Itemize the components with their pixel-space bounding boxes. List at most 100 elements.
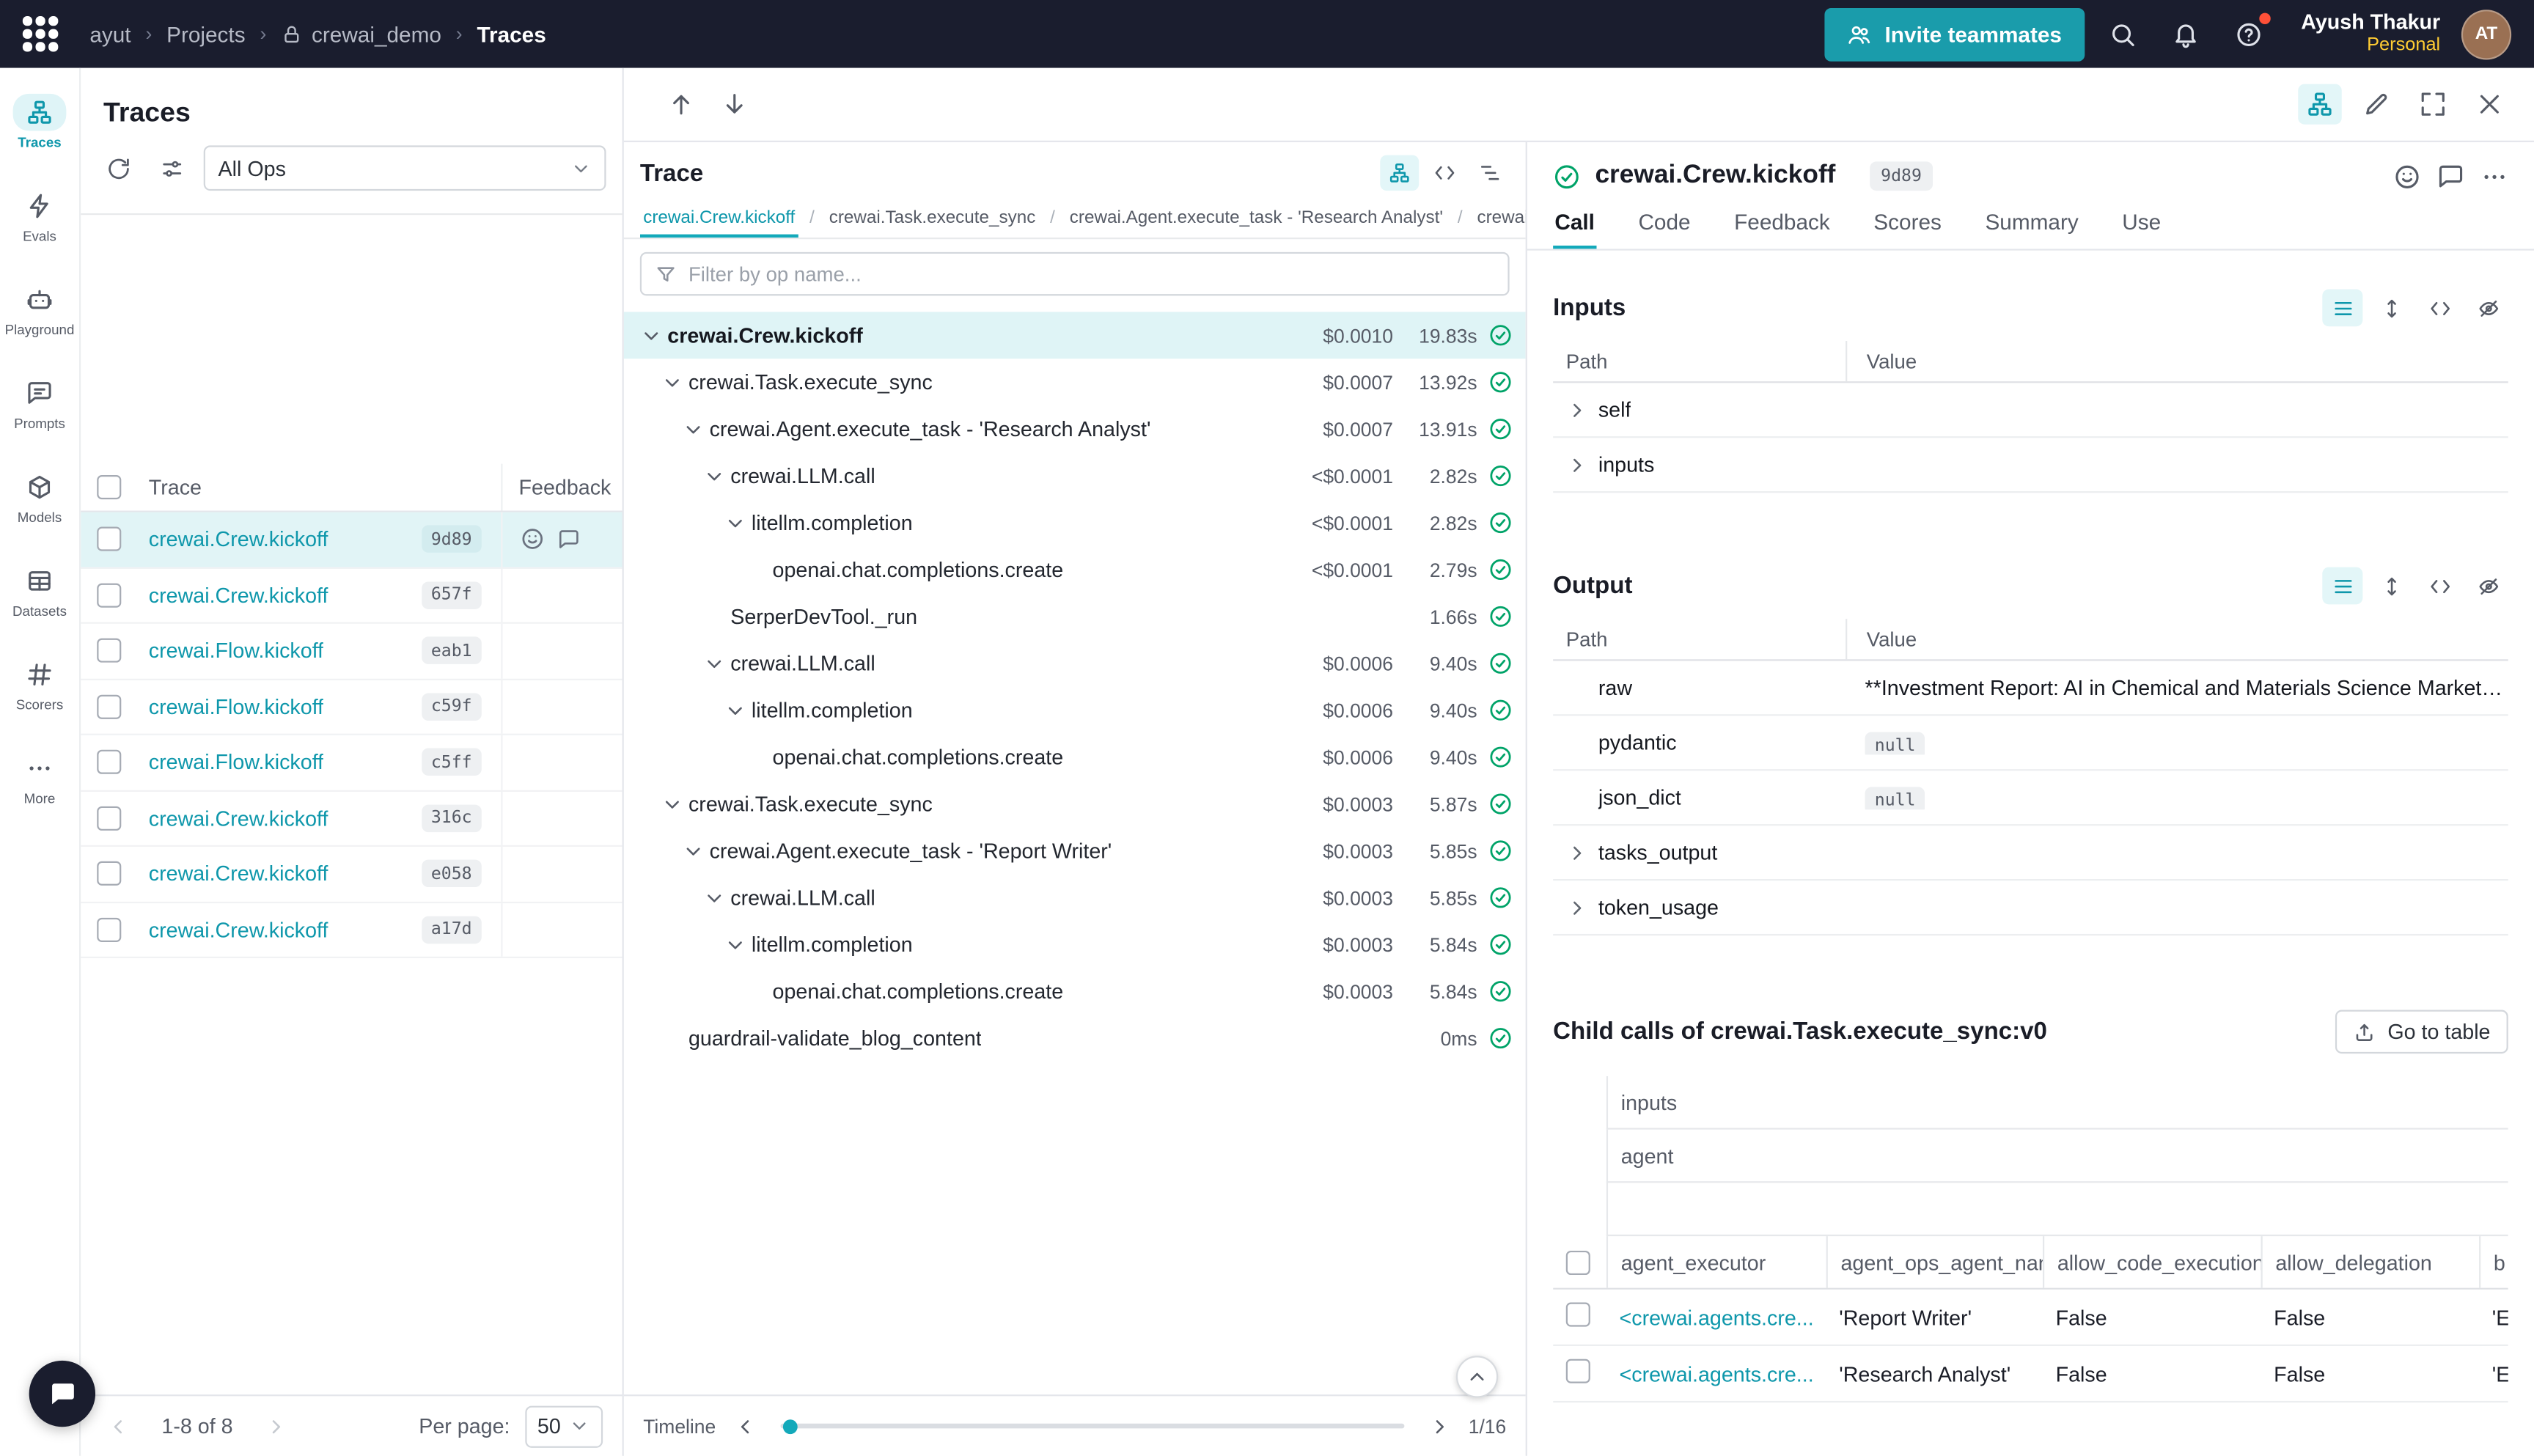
sidebar-item-playground[interactable]: Playground [0,282,79,338]
code-view-button[interactable] [1425,155,1464,191]
trace-link[interactable]: crewai.Crew.kickoff [149,527,328,551]
unfold-view-button[interactable] [2370,290,2411,327]
ops-filter-select[interactable]: All Ops [204,145,606,191]
rows-view-button[interactable] [2322,290,2362,327]
trace-link[interactable]: crewai.Flow.kickoff [149,750,323,774]
avatar[interactable]: AT [2461,9,2511,59]
trace-tree-node[interactable]: crewai.Agent.execute_task - 'Report Writ… [624,827,1526,874]
trace-tree-node[interactable]: guardrail-validate_blog_content0ms [624,1015,1526,1062]
child-column-header[interactable]: allow_code_execution [2043,1236,2261,1288]
trace-tree-node[interactable]: crewai.LLM.call$0.00069.40s [624,640,1526,687]
trace-row[interactable]: crewai.Crew.kickoffe058 [81,847,622,902]
row-checkbox[interactable] [97,583,121,607]
chevron-down-icon[interactable] [661,371,683,394]
close-panel-button[interactable] [2468,84,2512,125]
chevron-down-icon[interactable] [703,652,726,674]
wandb-logo[interactable] [23,17,57,51]
child-call-link[interactable]: <crewai.agents.cre... [1620,1361,1814,1386]
trace-tree-node[interactable]: crewai.Task.execute_sync$0.00035.87s [624,781,1526,828]
breadcrumb-item[interactable]: Projects [166,22,246,46]
chevron-down-icon[interactable] [703,886,726,909]
tab-summary[interactable]: Summary [1983,202,2080,249]
sidebar-item-models[interactable]: Models [0,468,79,525]
trace-tree-node[interactable]: crewai.LLM.call$0.00035.85s [624,874,1526,921]
timeline-slider-handle[interactable] [782,1419,797,1433]
chevron-down-icon[interactable] [682,418,705,441]
filter-settings-button[interactable] [150,147,192,189]
trace-tree-node[interactable]: openai.chat.completions.create<$0.00012.… [624,546,1526,593]
row-checkbox[interactable] [97,639,121,663]
row-checkbox[interactable] [1566,1303,1590,1327]
chevron-right-icon[interactable] [1566,841,1589,864]
trace-row[interactable]: crewai.Crew.kickoffa17d [81,902,622,958]
row-checkbox[interactable] [97,694,121,718]
invite-teammates-button[interactable]: Invite teammates [1825,7,2085,61]
sidebar-item-datasets[interactable]: Datasets [0,562,79,619]
tab-scores[interactable]: Scores [1872,202,1943,249]
trace-tree-node[interactable]: crewai.Crew.kickoff$0.001019.83s [624,312,1526,359]
trace-tree-node[interactable]: openai.chat.completions.create$0.00069.4… [624,734,1526,781]
notifications-button[interactable] [2162,10,2211,58]
row-checkbox[interactable] [97,861,121,886]
breadcrumb-item[interactable]: ayut [89,22,131,46]
toggle-tree-view-button[interactable] [2298,84,2342,125]
bars-view-button[interactable] [1471,155,1510,191]
child-call-link[interactable]: <crewai.agents.cre... [1620,1305,1814,1329]
tab-call[interactable]: Call [1553,202,1596,249]
trace-tree-node[interactable]: openai.chat.completions.create$0.00035.8… [624,968,1526,1015]
chevron-down-icon[interactable] [724,512,746,534]
go-to-table-button[interactable]: Go to table [2336,1010,2508,1054]
chat-widget-button[interactable] [29,1361,95,1427]
trace-tree-node[interactable]: crewai.LLM.call<$0.00012.82s [624,452,1526,499]
row-checkbox[interactable] [97,917,121,941]
trace-row[interactable]: crewai.Crew.kickoff657f [81,568,622,624]
trace-tree-node[interactable]: crewai.Agent.execute_task - 'Research An… [624,405,1526,452]
sidebar-item-evals[interactable]: Evals [0,188,79,244]
prev-page-button[interactable] [100,1408,136,1444]
unfold-view-button[interactable] [2370,567,2411,605]
row-checkbox[interactable] [97,750,121,774]
refresh-button[interactable] [97,147,139,189]
row-checkbox[interactable] [1566,1359,1590,1383]
call-path-tab[interactable]: crewai.Task.execute_sync [826,197,1038,238]
op-filter-field[interactable] [640,252,1510,296]
tree-view-button[interactable] [1380,155,1419,191]
eye-off-view-button[interactable] [2468,567,2508,605]
add-comment-button[interactable] [2437,163,2464,190]
fullscreen-button[interactable] [2412,84,2456,125]
trace-link[interactable]: crewai.Crew.kickoff [149,861,328,886]
chevron-right-icon[interactable] [1566,896,1589,919]
sidebar-item-traces[interactable]: Traces [0,94,79,150]
child-call-row[interactable]: <crewai.agents.cre...'Report Writer'Fals… [1553,1290,2508,1346]
sidebar-item-more[interactable]: More [0,750,79,806]
eye-off-view-button[interactable] [2468,290,2508,327]
timeline-prev-button[interactable] [729,1410,761,1442]
rows-view-button[interactable] [2322,567,2362,605]
chevron-right-icon[interactable] [1566,453,1589,476]
chevron-down-icon[interactable] [661,793,683,815]
breadcrumb-item[interactable]: crewai_demo [312,22,441,46]
trace-row[interactable]: crewai.Flow.kickoffc5ff [81,735,622,791]
trace-link[interactable]: crewai.Flow.kickoff [149,639,323,663]
chevron-down-icon[interactable] [682,839,705,862]
child-column-header[interactable]: agent_executor [1606,1236,1826,1288]
child-column-header[interactable]: allow_delegation [2261,1236,2480,1288]
timeline-slider[interactable] [780,1424,1403,1429]
trace-row[interactable]: crewai.Flow.kickoffc59f [81,680,622,735]
chevron-down-icon[interactable] [724,933,746,956]
scroll-to-top-button[interactable] [1456,1356,1498,1397]
add-reaction-button[interactable] [2393,163,2420,190]
child-column-header[interactable]: agent_ops_agent_nan [1826,1236,2043,1288]
call-path-tab[interactable]: crewai.Crew.kickoff [640,197,798,238]
trace-tree-node[interactable]: litellm.completion$0.00035.84s [624,921,1526,968]
previous-call-button[interactable] [659,84,703,125]
code-view-button[interactable] [2420,290,2460,327]
overflow-menu-button[interactable] [2480,163,2508,190]
breadcrumb-item[interactable]: Traces [477,22,546,46]
sidebar-item-prompts[interactable]: Prompts [0,375,79,431]
help-button[interactable] [2225,10,2274,58]
user-menu[interactable]: Ayush Thakur Personal [2301,10,2440,58]
row-checkbox[interactable] [97,527,121,551]
tab-use[interactable]: Use [2120,202,2162,249]
child-column-header[interactable]: b [2479,1236,2508,1288]
